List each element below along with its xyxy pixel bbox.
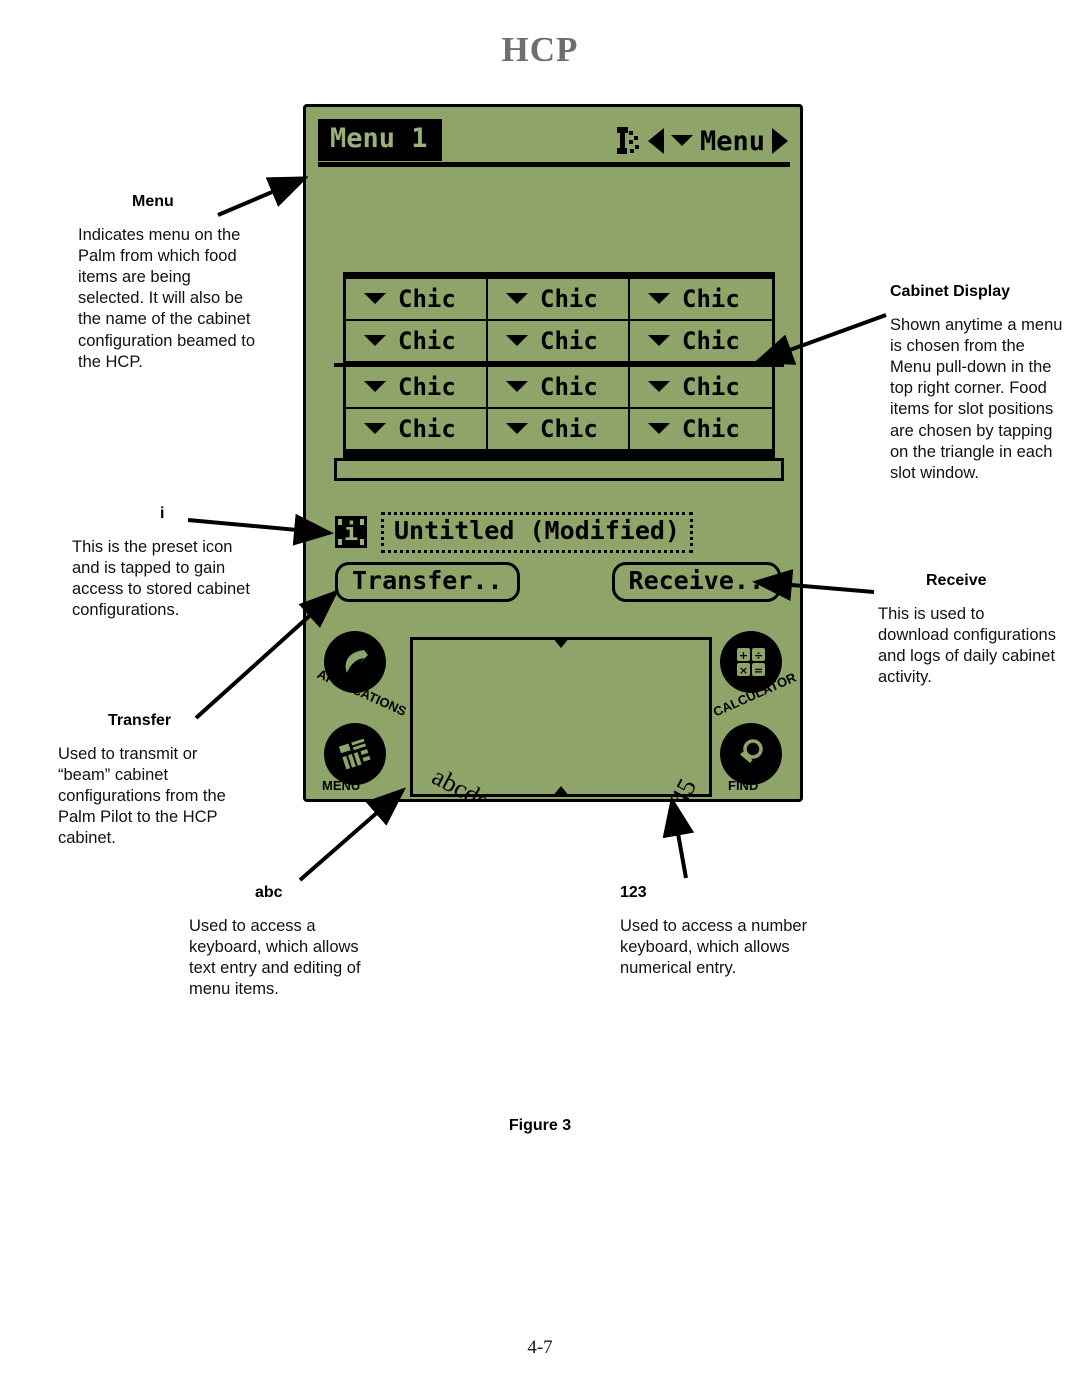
annotation-title: 123: [620, 884, 647, 901]
triangle-down-icon[interactable]: [648, 422, 670, 434]
cabinet-display: Chic Chic Chic Chic Chic Chic Chic Chic …: [334, 272, 784, 481]
triangle-down-icon[interactable]: [364, 292, 386, 304]
info-preset-icon[interactable]: i: [335, 516, 367, 549]
triangle-down-icon[interactable]: [648, 334, 670, 346]
cabinet-slot-label: Chic: [540, 285, 598, 313]
triangle-down-icon[interactable]: [364, 380, 386, 392]
cabinet-slot[interactable]: Chic: [346, 409, 488, 451]
annotation-body: This is used to download configurations …: [878, 605, 1056, 687]
figure-caption: Figure 3: [508, 1117, 572, 1134]
triangle-down-icon[interactable]: [506, 422, 528, 434]
cabinet-slot[interactable]: Chic: [346, 321, 488, 363]
annotation-transfer: Transfer Used to transmit or “beam” cabi…: [58, 712, 248, 850]
graffiti-shortcut-icon[interactable]: [615, 126, 641, 156]
annotation-numeric: 123 Used to access a number keyboard, wh…: [620, 884, 815, 979]
silkscreen-area: APPLICATIONS MENU + ÷ × = CALCULATOR FIN…: [306, 623, 800, 799]
annotation-body: This is the preset icon and is tapped to…: [72, 538, 250, 620]
triangle-down-icon[interactable]: [364, 422, 386, 434]
cabinet-slot[interactable]: Chic: [488, 409, 630, 451]
cabinet-slot-label: Chic: [540, 327, 598, 355]
annotation-body: Shown anytime a menu is chosen from the …: [890, 316, 1063, 482]
cabinet-slot-label: Chic: [682, 327, 740, 355]
annotation-title: Menu: [132, 193, 174, 210]
annotation-info: i This is the preset icon and is tapped …: [72, 505, 257, 621]
cabinet-slot-label: Chic: [540, 415, 598, 443]
triangle-left-icon[interactable]: [647, 128, 664, 154]
cabinet-slot[interactable]: Chic: [630, 279, 772, 321]
transfer-button[interactable]: Transfer..: [335, 562, 520, 602]
svg-text:×: ×: [739, 664, 748, 677]
triangle-right-icon[interactable]: [772, 128, 788, 154]
annotation-body: Indicates menu on the Palm from which fo…: [78, 226, 256, 371]
triangle-down-icon[interactable]: [648, 292, 670, 304]
annotation-title: Receive: [926, 572, 987, 589]
cabinet-slot-label: Chic: [540, 373, 598, 401]
annotation-menu: Menu Indicates menu on the Palm from whi…: [78, 193, 258, 373]
cabinet-base-slot: [334, 458, 784, 481]
cabinet-slot-label: Chic: [398, 373, 456, 401]
page-number: 4-7: [527, 1337, 553, 1358]
cabinet-slot-label: Chic: [682, 373, 740, 401]
annotation-title: Transfer: [108, 712, 172, 729]
cabinet-slot[interactable]: Chic: [488, 367, 630, 409]
menu-dropdown-label[interactable]: Menu: [700, 128, 765, 155]
graffiti-123-label[interactable]: 12345: [646, 774, 703, 799]
svg-text:=: =: [754, 664, 763, 677]
cabinet-slot[interactable]: Chic: [630, 367, 772, 409]
triangle-down-icon[interactable]: [670, 134, 693, 146]
cabinet-slot[interactable]: Chic: [346, 367, 488, 409]
preset-name-field[interactable]: Untitled (Modified): [381, 512, 693, 553]
menu-silkscreen-icon[interactable]: [324, 723, 386, 785]
find-icon[interactable]: [720, 723, 782, 785]
triangle-down-icon[interactable]: [506, 292, 528, 304]
annotation-body: Used to access a number keyboard, which …: [620, 917, 808, 978]
cabinet-bottom-rail: [343, 451, 775, 458]
cabinet-slot-label: Chic: [682, 415, 740, 443]
graffiti-input-area[interactable]: abcde 12345: [410, 637, 712, 799]
preset-row: i Untitled (Modified): [335, 512, 693, 553]
annotation-receive: Receive This is used to download configu…: [878, 572, 1058, 688]
receive-button[interactable]: Receive..: [611, 562, 781, 602]
cabinet-slot-label: Chic: [682, 285, 740, 313]
menu-title-block: Menu 1: [318, 119, 442, 161]
annotation-abc: abc Used to access a keyboard, which all…: [189, 884, 384, 1000]
cabinet-slot-label: Chic: [398, 285, 456, 313]
svg-text:+: +: [739, 649, 748, 662]
cabinet-top-rail: [343, 272, 775, 279]
graffiti-abc-label[interactable]: abcde: [427, 762, 494, 799]
cabinet-slot-grid-lower: Chic Chic Chic Chic Chic Chic: [343, 367, 775, 451]
triangle-down-icon[interactable]: [506, 380, 528, 392]
triangle-down-icon[interactable]: [648, 380, 670, 392]
cabinet-slot-label: Chic: [398, 327, 456, 355]
annotation-body: Used to transmit or “beam” cabinet confi…: [58, 745, 226, 848]
triangle-down-icon[interactable]: [364, 334, 386, 346]
cabinet-slot[interactable]: Chic: [346, 279, 488, 321]
svg-text:÷: ÷: [754, 649, 763, 662]
annotation-title: abc: [255, 884, 283, 901]
palm-pilot-screen: Menu 1 Menu Chic Chic Chic Chic Chic Chi…: [303, 104, 803, 802]
titlebar: Menu 1 Menu: [318, 119, 790, 167]
cabinet-slot[interactable]: Chic: [488, 279, 630, 321]
cabinet-slot[interactable]: Chic: [630, 321, 772, 363]
cabinet-slot[interactable]: Chic: [630, 409, 772, 451]
menu-silkscreen-label: MENU: [322, 778, 361, 793]
triangle-down-icon[interactable]: [506, 334, 528, 346]
cabinet-slot[interactable]: Chic: [488, 321, 630, 363]
annotation-title: i: [160, 505, 165, 522]
annotation-cabinet-display: Cabinet Display Shown anytime a menu is …: [890, 283, 1070, 484]
annotation-title: Cabinet Display: [890, 283, 1011, 300]
cabinet-slot-grid-upper: Chic Chic Chic Chic Chic Chic: [343, 279, 775, 363]
cabinet-slot-label: Chic: [398, 415, 456, 443]
action-button-row: Transfer.. Receive..: [335, 562, 781, 602]
page-title: HCP: [501, 30, 579, 69]
find-label: FIND: [728, 778, 759, 793]
annotation-body: Used to access a keyboard, which allows …: [189, 917, 361, 999]
